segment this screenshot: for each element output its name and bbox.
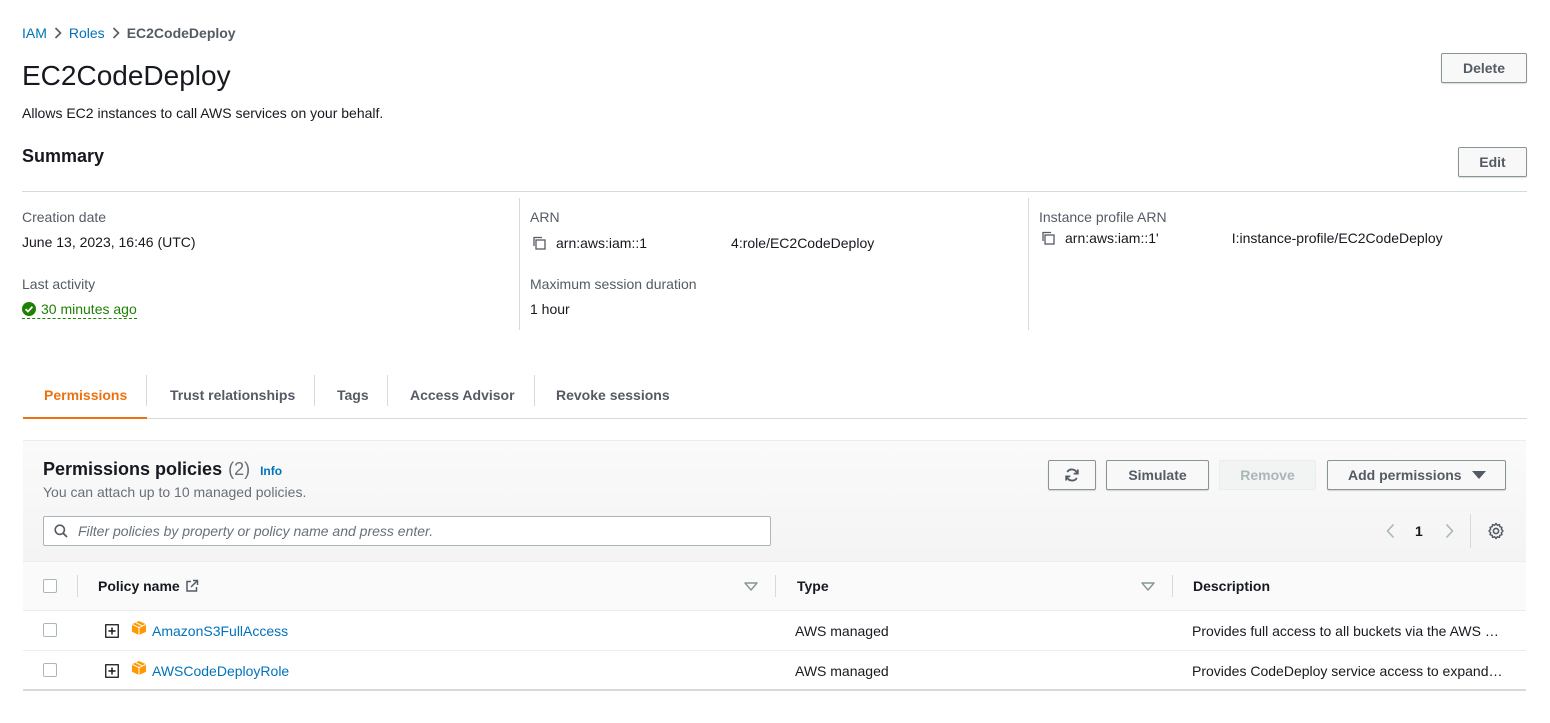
arn-label: ARN <box>530 209 560 225</box>
column-description[interactable]: Description <box>1193 578 1270 594</box>
chevron-right-icon <box>47 27 69 39</box>
add-permissions-label: Add permissions <box>1348 467 1462 483</box>
tab-bar: Permissions Trust relationships Tags Acc… <box>23 372 1527 419</box>
permissions-title-text: Permissions policies <box>43 459 223 479</box>
max-session-value: 1 hour <box>530 301 570 317</box>
column-policy-name-label: Policy name <box>98 578 180 594</box>
tab-permissions[interactable]: Permissions <box>23 372 147 419</box>
policy-description: Provides CodeDeploy service access to ex… <box>1192 663 1503 679</box>
remove-button[interactable]: Remove <box>1219 460 1316 490</box>
delete-button[interactable]: Delete <box>1441 53 1527 83</box>
tab-permissions-label: Permissions <box>44 387 128 403</box>
arn-value: arn:aws:iam::1 4:role/EC2CodeDeploy <box>532 235 874 251</box>
arn-value-suffix: 4:role/EC2CodeDeploy <box>731 235 875 251</box>
refresh-icon <box>1064 467 1080 483</box>
external-link-icon <box>185 579 199 593</box>
breadcrumb: IAM Roles EC2CodeDeploy <box>22 24 236 42</box>
policy-filter <box>43 516 771 546</box>
pager-divider <box>1470 514 1471 548</box>
expand-plus-icon[interactable] <box>105 624 119 638</box>
policy-link[interactable]: AWSCodeDeployRole <box>152 663 289 679</box>
edit-button[interactable]: Edit <box>1458 147 1527 177</box>
aws-managed-policy-icon <box>131 620 147 636</box>
column-type[interactable]: Type <box>797 578 829 594</box>
summary-title: Summary <box>22 146 105 166</box>
creation-date-label: Creation date <box>22 209 107 225</box>
row-checkbox[interactable] <box>43 623 57 637</box>
page-title: EC2CodeDeploy <box>22 60 231 91</box>
permissions-count: (2) <box>228 459 251 479</box>
creation-date-value: June 13, 2023, 16:46 (UTC) <box>22 234 196 250</box>
policy-type: AWS managed <box>795 663 889 679</box>
max-session-label: Maximum session duration <box>530 276 697 292</box>
caret-down-icon <box>1471 470 1486 480</box>
select-all-checkbox[interactable] <box>43 579 57 593</box>
instance-profile-label: Instance profile ARN <box>1039 209 1167 225</box>
policy-link[interactable]: AmazonS3FullAccess <box>152 623 288 639</box>
policy-description: Provides full access to all buckets via … <box>1192 623 1499 639</box>
column-divider <box>775 575 776 597</box>
info-link[interactable]: Info <box>260 464 282 478</box>
policy-type: AWS managed <box>795 623 889 639</box>
search-icon <box>54 524 68 538</box>
tab-trust-relationships[interactable]: Trust relationships <box>147 372 315 418</box>
last-activity-text: 30 minutes ago <box>41 301 137 317</box>
expand-plus-icon[interactable] <box>105 664 119 678</box>
instance-profile-value: arn:aws:iam::1' I:instance-profile/EC2Co… <box>1041 230 1443 246</box>
sort-caret-icon[interactable] <box>743 580 759 592</box>
page-number[interactable]: 1 <box>1415 523 1423 539</box>
breadcrumb-iam-link[interactable]: IAM <box>22 25 47 41</box>
last-activity-label: Last activity <box>22 276 96 292</box>
copy-icon[interactable] <box>532 236 546 250</box>
tab-trust-relationships-label: Trust relationships <box>170 387 296 403</box>
column-divider <box>77 575 78 597</box>
summary-divider <box>22 191 1527 192</box>
page-description: Allows EC2 instances to call AWS service… <box>22 105 384 121</box>
column-policy-name[interactable]: Policy name <box>98 578 199 594</box>
policy-filter-input[interactable] <box>78 523 758 539</box>
gear-icon[interactable] <box>1486 521 1506 541</box>
instance-profile-prefix: arn:aws:iam::1' <box>1065 230 1159 246</box>
last-activity-value[interactable]: 30 minutes ago <box>22 301 137 319</box>
simulate-button[interactable]: Simulate <box>1106 460 1209 490</box>
tab-revoke-sessions[interactable]: Revoke sessions <box>535 372 695 418</box>
next-page-icon[interactable] <box>1442 518 1456 544</box>
sort-caret-icon[interactable] <box>1140 580 1156 592</box>
copy-icon[interactable] <box>1041 231 1055 245</box>
aws-managed-policy-icon <box>131 660 147 676</box>
breadcrumb-roles-link[interactable]: Roles <box>69 25 105 41</box>
tab-tags[interactable]: Tags <box>315 372 388 418</box>
tab-revoke-sessions-label: Revoke sessions <box>556 387 670 403</box>
success-check-icon <box>22 302 36 316</box>
refresh-button[interactable] <box>1048 460 1096 490</box>
tab-access-advisor[interactable]: Access Advisor <box>388 372 535 418</box>
tab-tags-label: Tags <box>337 387 369 403</box>
add-permissions-button[interactable]: Add permissions <box>1327 460 1506 490</box>
column-divider <box>1028 198 1029 330</box>
column-divider <box>519 198 520 330</box>
arn-value-prefix: arn:aws:iam::1 <box>556 235 648 251</box>
instance-profile-suffix: I:instance-profile/EC2CodeDeploy <box>1231 230 1443 246</box>
permissions-title: Permissions policies (2) Info <box>43 459 282 480</box>
row-checkbox[interactable] <box>43 663 57 677</box>
previous-page-icon[interactable] <box>1383 518 1397 544</box>
breadcrumb-current: EC2CodeDeploy <box>126 25 236 41</box>
tab-access-advisor-label: Access Advisor <box>410 387 515 403</box>
permissions-subtitle: You can attach up to 10 managed policies… <box>43 484 307 500</box>
chevron-right-icon <box>105 27 127 39</box>
column-divider <box>1172 575 1173 597</box>
